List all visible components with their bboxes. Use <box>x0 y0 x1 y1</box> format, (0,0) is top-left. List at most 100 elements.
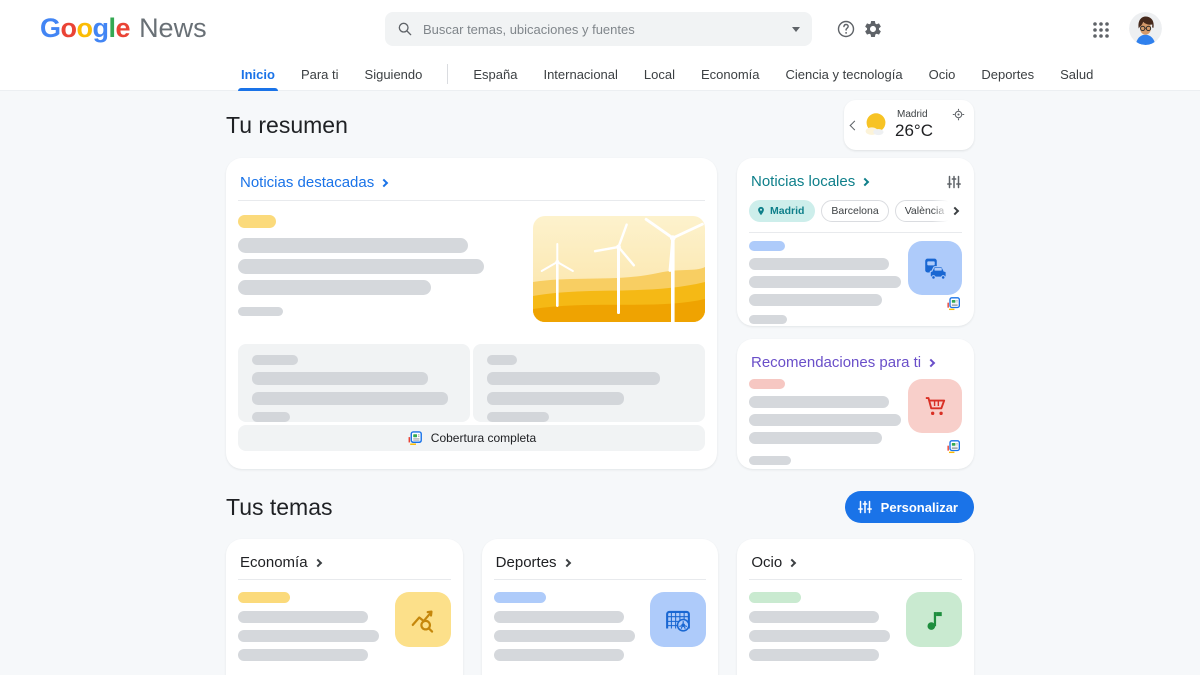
topic-economia-link[interactable]: Economía <box>238 551 451 571</box>
skeleton-line <box>494 611 624 623</box>
chips-scroll-right-button[interactable] <box>932 199 962 222</box>
skeleton-tag <box>494 592 546 603</box>
tab-internacional[interactable]: Internacional <box>530 58 630 91</box>
featured-news-title: Noticias destacadas <box>240 174 374 191</box>
skeleton-line <box>749 432 882 444</box>
topic-ocio-link[interactable]: Ocio <box>749 551 962 571</box>
divider <box>749 232 962 233</box>
topics-row: Economía <box>226 539 974 675</box>
skeleton-line <box>238 238 468 253</box>
top-story-placeholder <box>238 215 705 322</box>
full-coverage-button[interactable]: Cobertura completa <box>238 425 705 451</box>
chip-madrid[interactable]: Madrid <box>749 200 815 222</box>
google-apps-button[interactable] <box>1090 19 1112 41</box>
skeleton-line <box>238 611 368 623</box>
search-input[interactable] <box>423 22 792 37</box>
search-bar[interactable] <box>385 12 812 46</box>
account-avatar[interactable] <box>1129 12 1162 45</box>
tab-ocio[interactable]: Ocio <box>916 58 969 91</box>
trend-magnifier-icon <box>407 604 439 636</box>
tab-ciencia-tecnologia[interactable]: Ciencia y tecnología <box>773 58 916 91</box>
google-news-logo[interactable]: Google News <box>40 13 207 44</box>
tab-para-ti[interactable]: Para ti <box>288 58 352 91</box>
sun-cloud-icon <box>860 109 892 141</box>
story-skeleton <box>494 592 707 661</box>
skeleton-line <box>487 372 660 385</box>
logo-product-name: News <box>139 13 207 44</box>
topic-title: Ocio <box>751 554 782 571</box>
local-news-link[interactable]: Noticias locales <box>749 170 962 190</box>
skeleton-line <box>749 258 889 270</box>
story-skeleton <box>749 241 962 324</box>
goal-ball-icon <box>661 603 695 637</box>
logo-letter: o <box>77 13 93 43</box>
story-skeleton <box>238 592 451 661</box>
nav-divider <box>447 64 448 84</box>
skeleton-line <box>749 276 901 288</box>
tune-icon <box>946 174 962 190</box>
full-coverage-icon[interactable] <box>946 439 961 459</box>
topic-title: Economía <box>240 554 308 571</box>
apps-grid-icon <box>1092 21 1110 39</box>
search-dropdown-caret-icon[interactable] <box>792 27 800 32</box>
tab-local[interactable]: Local <box>631 58 688 91</box>
my-location-icon[interactable] <box>952 108 965 126</box>
chevron-right-icon <box>927 358 935 366</box>
skeleton-tag <box>238 592 290 603</box>
recommendations-link[interactable]: Recomendaciones para ti <box>749 351 962 371</box>
logo-letter: g <box>93 13 109 43</box>
skeleton-line <box>749 611 879 623</box>
full-coverage-icon <box>407 430 423 446</box>
shopping-cart-icon <box>920 391 950 421</box>
featured-news-card: Noticias destacadas <box>226 158 717 469</box>
chip-label: Barcelona <box>831 205 878 217</box>
personalize-button[interactable]: Personalizar <box>845 491 974 523</box>
chevron-right-icon <box>313 558 321 566</box>
skeleton-line <box>238 630 379 642</box>
topic-title: Deportes <box>496 554 557 571</box>
tab-siguiendo[interactable]: Siguiendo <box>352 58 436 91</box>
avatar-illustration <box>1129 12 1162 45</box>
tab-inicio[interactable]: Inicio <box>228 58 288 91</box>
skeleton-line <box>252 372 428 385</box>
recommendations-title: Recomendaciones para ti <box>751 354 921 371</box>
chevron-right-icon <box>951 206 959 214</box>
chevron-right-icon <box>380 178 388 186</box>
primary-nav: Inicio Para ti Siguiendo España Internac… <box>0 58 1200 91</box>
shopping-tile <box>908 379 962 433</box>
skeleton-line <box>749 414 901 426</box>
featured-news-link[interactable]: Noticias destacadas <box>238 170 705 200</box>
tab-deportes[interactable]: Deportes <box>968 58 1047 91</box>
chevron-right-icon <box>562 558 570 566</box>
skeleton-line <box>487 392 624 405</box>
skeleton-line <box>494 649 624 661</box>
related-stories-placeholder <box>238 344 705 422</box>
weather-prev-chevron-icon[interactable] <box>850 120 860 130</box>
help-button[interactable] <box>835 18 857 40</box>
weather-temperature: 26°C <box>895 121 933 141</box>
divider <box>238 200 705 201</box>
location-pin-icon <box>756 205 766 217</box>
local-settings-button[interactable] <box>946 174 962 190</box>
leisure-tile <box>906 592 962 647</box>
tab-espana[interactable]: España <box>460 58 530 91</box>
chevron-right-icon <box>861 177 869 185</box>
story-skeleton <box>238 215 533 322</box>
tab-salud[interactable]: Salud <box>1047 58 1106 91</box>
skeleton-meta <box>749 315 787 324</box>
wind-turbines-illustration <box>533 216 705 322</box>
full-coverage-icon[interactable] <box>946 296 961 316</box>
gear-icon <box>863 19 883 39</box>
skeleton-meta <box>252 355 298 365</box>
skeleton-meta <box>238 307 283 316</box>
main-content: Tu resumen Madrid 26°C Noticias destacad… <box>226 100 974 675</box>
skeleton-tag <box>749 241 785 251</box>
page-title: Tu resumen <box>226 112 348 139</box>
skeleton-line <box>494 630 635 642</box>
tab-economia[interactable]: Economía <box>688 58 773 91</box>
topic-deportes-link[interactable]: Deportes <box>494 551 707 571</box>
chip-barcelona[interactable]: Barcelona <box>821 200 888 222</box>
settings-button[interactable] <box>862 18 884 40</box>
skeleton-line <box>749 396 889 408</box>
skeleton-tag <box>749 592 801 603</box>
